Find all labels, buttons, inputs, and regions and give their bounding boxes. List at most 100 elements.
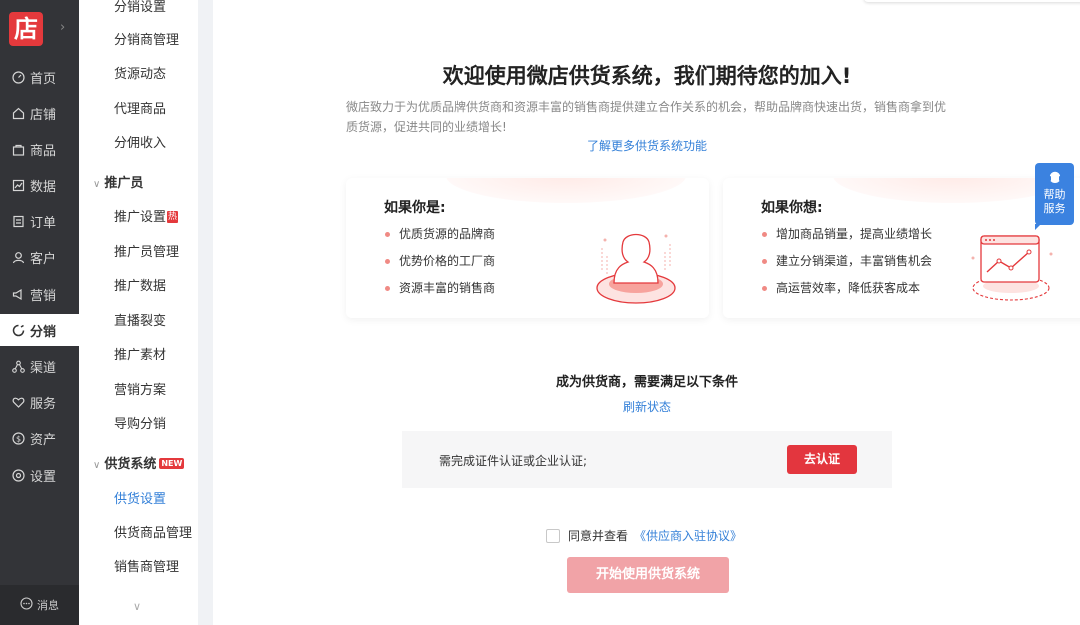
list-item: 优势价格的工厂商 xyxy=(384,254,495,281)
chevron-right-icon[interactable]: › xyxy=(60,20,65,35)
nav-item-shop[interactable]: 店铺 xyxy=(0,97,79,129)
nav-item-marketing[interactable]: 营销 xyxy=(0,278,79,310)
settings-icon xyxy=(11,468,25,482)
new-badge: NEW xyxy=(159,458,185,469)
submenu-item-promoter-management[interactable]: 推广员管理 xyxy=(114,241,179,260)
order-icon xyxy=(11,214,25,228)
submenu-item-promotion-data[interactable]: 推广数据 xyxy=(114,275,166,294)
help-label-line1: 帮助 xyxy=(1043,188,1066,201)
nav-item-orders[interactable]: 订单 xyxy=(0,205,79,237)
group-label: 供货系统 xyxy=(104,457,157,472)
nav-label: 首页 xyxy=(30,71,57,87)
nav-label: 店铺 xyxy=(30,107,57,123)
nav-item-distribution[interactable]: 分销 xyxy=(0,314,79,346)
list-item: 高运营效率，降低获客成本 xyxy=(761,281,932,308)
chevron-down-icon: ∨ xyxy=(93,179,101,190)
messages-label: 消息 xyxy=(37,599,59,612)
nav-item-assets[interactable]: $ 资产 xyxy=(0,422,79,454)
submenu-item-promo-materials[interactable]: 推广素材 xyxy=(114,344,166,363)
learn-more-link[interactable]: 了解更多供货系统功能 xyxy=(213,137,1080,154)
submenu-item-commission-income[interactable]: 分佣收入 xyxy=(114,132,166,151)
submenu-item-guide-distribution[interactable]: 导购分销 xyxy=(114,413,166,432)
certify-button[interactable]: 去认证 xyxy=(787,445,857,474)
list-item: 资源丰富的销售商 xyxy=(384,281,495,308)
top-popover-edge xyxy=(864,0,1080,2)
nav-label: 订单 xyxy=(30,215,57,231)
group-label: 推广员 xyxy=(104,176,144,191)
submenu-item-marketing-plans[interactable]: 营销方案 xyxy=(114,379,166,398)
submenu-item-agent-products[interactable]: 代理商品 xyxy=(114,98,166,117)
help-service-button[interactable]: 帮助 服务 xyxy=(1035,163,1074,230)
card-if-you-are: 如果你是: 优质货源的品牌商 优势价格的工厂商 资源丰富的销售商 xyxy=(346,178,709,318)
chevron-down-icon: ∨ xyxy=(93,460,101,471)
nav-label: 渠道 xyxy=(30,360,57,376)
nav-item-goods[interactable]: 商品 xyxy=(0,133,79,165)
shop-icon xyxy=(11,106,25,120)
card-title: 如果你是: xyxy=(384,200,446,216)
headset-icon xyxy=(1047,170,1062,183)
nav-label: 商品 xyxy=(30,143,57,159)
start-supply-system-button[interactable]: 开始使用供货系统 xyxy=(567,557,729,593)
submenu-item-distribution-settings[interactable]: 分销设置 xyxy=(114,0,166,15)
submenu-group-supply-system[interactable]: ∨ 供货系统 NEW xyxy=(93,453,185,472)
hot-badge: 热 xyxy=(167,211,179,223)
submenu-group-promoter[interactable]: ∨ 推广员 xyxy=(93,172,143,191)
refresh-status-link[interactable]: 刷新状态 xyxy=(213,398,1080,415)
nav-label: 数据 xyxy=(30,179,57,195)
heart-icon xyxy=(11,395,25,409)
chevron-down-icon[interactable]: ∨ xyxy=(133,600,141,613)
money-icon: $ xyxy=(11,431,25,445)
condition-row: 需完成证件认证或企业认证; 去认证 xyxy=(402,431,892,488)
card-list: 优质货源的品牌商 优势价格的工厂商 资源丰富的销售商 xyxy=(384,227,495,308)
nav-label: 客户 xyxy=(30,251,57,267)
agreement-row: 同意并查看 《供应商入驻协议》 xyxy=(546,527,742,544)
megaphone-icon xyxy=(11,287,25,301)
page-title: 欢迎使用微店供货系统，我们期待您的加入! xyxy=(442,64,852,88)
user-icon xyxy=(11,250,25,264)
nav-item-home[interactable]: 首页 xyxy=(0,61,79,93)
submenu-item-distributor-management[interactable]: 分销商管理 xyxy=(114,29,179,48)
nav-item-channel[interactable]: 渠道 xyxy=(0,350,79,382)
condition-text: 需完成证件认证或企业认证; xyxy=(439,454,588,468)
nav-label: 分销 xyxy=(30,324,57,340)
submenu-item-live-fission[interactable]: 直播裂变 xyxy=(114,310,166,329)
main-content: 欢迎使用微店供货系统，我们期待您的加入! 微店致力于为优质品牌供货商和资源丰富的… xyxy=(213,0,1080,625)
submenu-item-supply-settings[interactable]: 供货设置 xyxy=(114,488,166,507)
home-dashboard-icon xyxy=(11,70,25,84)
submenu-item-promotion-settings[interactable]: 推广设置热 xyxy=(114,206,179,225)
intro-text: 微店致力于为优质品牌供货商和资源丰富的销售商提供建立合作关系的机会，帮助品牌商快… xyxy=(346,100,947,134)
card-glow xyxy=(446,178,686,203)
nav-item-service[interactable]: 服务 xyxy=(0,386,79,418)
nav-item-settings[interactable]: 设置 xyxy=(0,459,79,491)
distribution-icon xyxy=(11,323,25,337)
nav-label: 营销 xyxy=(30,288,57,304)
growth-chart-illustration-icon xyxy=(971,235,1053,301)
list-item: 优质货源的品牌商 xyxy=(384,227,495,254)
channel-icon xyxy=(11,359,25,373)
card-title: 如果你想: xyxy=(761,200,823,216)
item-label: 推广设置 xyxy=(114,210,167,225)
card-list: 增加商品销量，提高业绩增长 建立分销渠道，丰富销售机会 高运营效率，降低获客成本 xyxy=(761,227,932,308)
conditions-title: 成为供货商，需要满足以下条件 xyxy=(555,375,738,390)
agree-checkbox[interactable] xyxy=(546,528,560,543)
store-logo[interactable]: 店 xyxy=(9,12,43,46)
agreement-link[interactable]: 《供应商入驻协议》 xyxy=(634,527,742,544)
messages-button[interactable]: 消息 xyxy=(0,585,79,625)
secondary-menu: 分销设置 分销商管理 货源动态 代理商品 分佣收入 ∨ 推广员 推广设置热 推广员… xyxy=(79,0,198,625)
list-item: 增加商品销量，提高业绩增长 xyxy=(761,227,932,254)
submenu-item-supply-updates[interactable]: 货源动态 xyxy=(114,63,166,82)
agree-text: 同意并查看 xyxy=(568,529,629,543)
chart-icon xyxy=(11,178,25,192)
submenu-item-seller-management[interactable]: 销售商管理 xyxy=(114,556,179,575)
card-if-you-want: 如果你想: 增加商品销量，提高业绩增长 建立分销渠道，丰富销售机会 高运营效率，… xyxy=(723,178,1080,318)
help-label-line2: 服务 xyxy=(1043,202,1066,215)
list-item: 建立分销渠道，丰富销售机会 xyxy=(761,254,932,281)
bag-icon xyxy=(11,142,25,156)
nav-item-customers[interactable]: 客户 xyxy=(0,241,79,273)
svg-text:$: $ xyxy=(15,434,20,443)
nav-item-data[interactable]: 数据 xyxy=(0,169,79,201)
chat-bubble-icon xyxy=(20,597,33,613)
nav-label: 服务 xyxy=(30,396,57,412)
submenu-item-supply-products[interactable]: 供货商品管理 xyxy=(114,522,192,541)
person-illustration-icon xyxy=(596,233,676,304)
